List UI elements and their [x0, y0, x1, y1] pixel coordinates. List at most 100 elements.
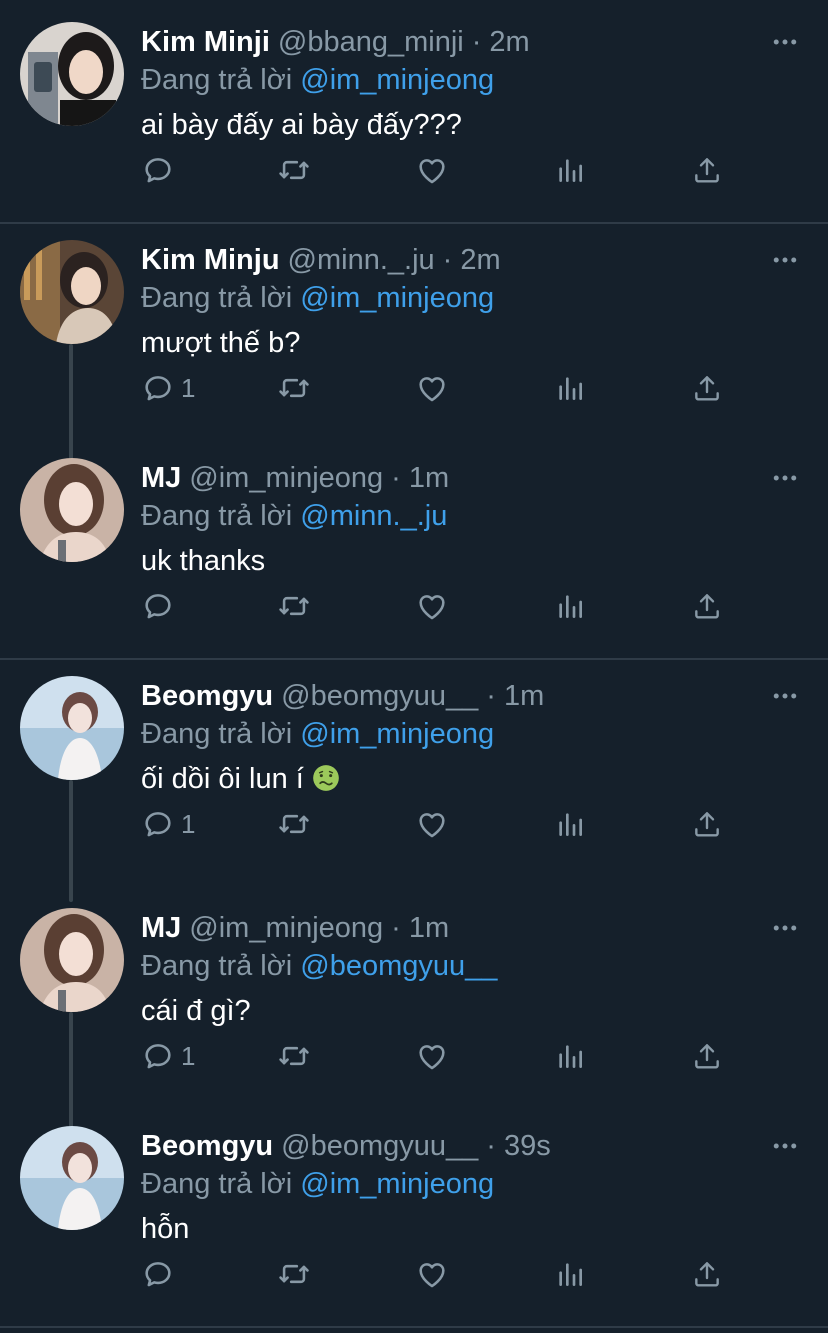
- divider: [0, 1326, 828, 1328]
- analytics-button[interactable]: [554, 586, 586, 626]
- reply-button[interactable]: [141, 1254, 181, 1294]
- tweet[interactable]: Kim Minju @minn._.ju · 2m Đang trả lời @im_…: [0, 218, 828, 460]
- analytics-button[interactable]: [554, 150, 586, 190]
- user-handle[interactable]: @im_minjeong: [189, 912, 383, 944]
- tweet-actions: 1: [141, 368, 741, 408]
- analytics-button[interactable]: [554, 1036, 586, 1076]
- thread-line: [69, 780, 73, 902]
- share-icon: [691, 590, 723, 622]
- tweet-actions: [141, 1254, 741, 1294]
- reply-icon: [141, 153, 175, 187]
- more-icon[interactable]: [770, 463, 800, 493]
- analytics-button[interactable]: [554, 1254, 586, 1294]
- retweet-button[interactable]: [277, 804, 311, 844]
- like-icon: [415, 1257, 449, 1291]
- tweet-actions: [141, 150, 741, 190]
- share-button[interactable]: [691, 804, 723, 844]
- share-icon: [691, 1258, 723, 1290]
- tweet[interactable]: Beomgyu @beomgyuu__ · 39s Đang trả lời @im_…: [0, 1104, 828, 1326]
- display-name[interactable]: MJ: [141, 912, 181, 944]
- share-button[interactable]: [691, 586, 723, 626]
- share-button[interactable]: [691, 150, 723, 190]
- display-name[interactable]: Kim Minju: [141, 244, 280, 276]
- reply-button[interactable]: 1: [141, 368, 195, 408]
- reply-button[interactable]: [141, 150, 181, 190]
- share-button[interactable]: [691, 1036, 723, 1076]
- reply-icon: [141, 807, 175, 841]
- retweet-icon: [277, 589, 311, 623]
- user-handle[interactable]: @im_minjeong: [189, 462, 383, 494]
- tweet-actions: 1: [141, 1036, 741, 1076]
- reply-button[interactable]: 1: [141, 804, 195, 844]
- more-icon[interactable]: [770, 913, 800, 943]
- avatar[interactable]: [20, 908, 124, 1012]
- nauseated-face-emoji: [312, 764, 340, 792]
- avatar[interactable]: [20, 22, 124, 126]
- timestamp[interactable]: 2m: [489, 26, 529, 58]
- retweet-button[interactable]: [277, 586, 311, 626]
- retweet-button[interactable]: [277, 150, 311, 190]
- user-handle[interactable]: @minn._.ju: [288, 244, 435, 276]
- retweet-button[interactable]: [277, 1254, 311, 1294]
- display-name[interactable]: Beomgyu: [141, 1130, 273, 1162]
- reply-button[interactable]: 1: [141, 1036, 195, 1076]
- like-button[interactable]: [415, 150, 449, 190]
- avatar[interactable]: [20, 676, 124, 780]
- reply-mention[interactable]: @im_minjeong: [300, 282, 494, 314]
- reply-button[interactable]: [141, 586, 181, 626]
- user-handle[interactable]: @bbang_minji: [278, 26, 464, 58]
- timestamp[interactable]: 39s: [504, 1130, 551, 1162]
- tweet-header: MJ @im_minjeong · 1m: [141, 458, 449, 498]
- more-icon[interactable]: [770, 27, 800, 57]
- more-icon[interactable]: [770, 681, 800, 711]
- retweet-button[interactable]: [277, 368, 311, 408]
- separator: ·: [391, 912, 401, 944]
- display-name[interactable]: Beomgyu: [141, 680, 273, 712]
- timestamp[interactable]: 1m: [409, 462, 449, 494]
- like-icon: [415, 371, 449, 405]
- timestamp[interactable]: 1m: [409, 912, 449, 944]
- reply-count: 1: [181, 372, 196, 403]
- tweet[interactable]: Beomgyu @beomgyuu__ · 1m Đang trả lời @im_m…: [0, 654, 828, 902]
- like-button[interactable]: [415, 1254, 449, 1294]
- analytics-button[interactable]: [554, 368, 586, 408]
- reply-count: 1: [181, 1040, 196, 1071]
- analytics-button[interactable]: [554, 804, 586, 844]
- reply-icon: [141, 371, 175, 405]
- share-button[interactable]: [691, 1254, 723, 1294]
- like-button[interactable]: [415, 368, 449, 408]
- display-name[interactable]: Kim Minji: [141, 26, 270, 58]
- tweet[interactable]: MJ @im_minjeong · 1m Đang trả lời @beomgyuu…: [0, 886, 828, 1130]
- more-icon[interactable]: [770, 1131, 800, 1161]
- reply-count: 1: [181, 808, 196, 839]
- retweet-icon: [277, 807, 311, 841]
- reply-mention[interactable]: @minn._.ju: [300, 500, 447, 532]
- user-handle[interactable]: @beomgyuu__: [281, 1130, 478, 1162]
- like-button[interactable]: [415, 1036, 449, 1076]
- reply-mention[interactable]: @im_minjeong: [300, 1168, 494, 1200]
- separator: ·: [442, 244, 453, 276]
- avatar[interactable]: [20, 458, 124, 562]
- reply-mention[interactable]: @beomgyuu__: [300, 950, 497, 982]
- share-button[interactable]: [691, 368, 723, 408]
- like-button[interactable]: [415, 586, 449, 626]
- analytics-icon: [554, 1258, 586, 1290]
- display-name[interactable]: MJ: [141, 462, 181, 494]
- timestamp[interactable]: 1m: [504, 680, 544, 712]
- share-icon: [691, 1040, 723, 1072]
- reply-icon: [141, 1257, 175, 1291]
- user-handle[interactable]: @beomgyuu__: [281, 680, 478, 712]
- avatar[interactable]: [20, 1126, 124, 1230]
- tweet-header: Beomgyu @beomgyuu__ · 39s: [141, 1126, 551, 1166]
- reply-icon: [141, 1039, 175, 1073]
- share-icon: [691, 808, 723, 840]
- more-icon[interactable]: [770, 245, 800, 275]
- like-button[interactable]: [415, 804, 449, 844]
- tweet-feed: Kim Minji @bbang_minji · 2m Đang trả lời @i…: [0, 0, 828, 1333]
- retweet-button[interactable]: [277, 1036, 311, 1076]
- tweet-header: Beomgyu @beomgyuu__ · 1m: [141, 676, 544, 716]
- timestamp[interactable]: 2m: [460, 244, 500, 276]
- tweet[interactable]: MJ @im_minjeong · 1m Đang trả lời @minn._.j…: [0, 436, 828, 658]
- avatar[interactable]: [20, 240, 124, 344]
- tweet[interactable]: Kim Minji @bbang_minji · 2m Đang trả lời @i…: [0, 0, 828, 222]
